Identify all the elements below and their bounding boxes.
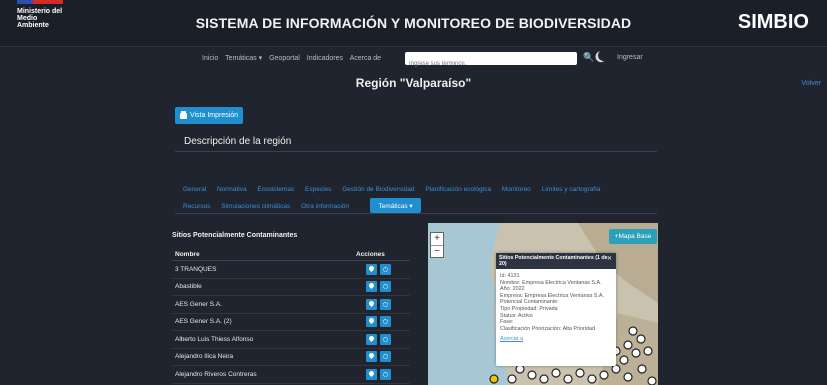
- zoom-out-button[interactable]: −: [431, 245, 443, 257]
- popup-line: Nombre: Empresa Electrica Ventanas S.A.: [500, 279, 602, 286]
- back-link[interactable]: Volver: [802, 80, 821, 87]
- site-name: Alejandro Ilica Neira: [175, 353, 234, 361]
- gear-icon[interactable]: [380, 298, 391, 310]
- table-row: Alberto Luis Thiess Alfonso: [172, 331, 410, 349]
- search-box: [405, 52, 577, 71]
- section-title: Descripción de la región: [184, 136, 292, 147]
- nav-item-acerca[interactable]: Acerca de: [350, 55, 382, 62]
- row-actions: [350, 333, 410, 345]
- table-row: AES Gener S.A.: [172, 296, 410, 314]
- gear-icon[interactable]: [380, 316, 391, 328]
- site-title: SISTEMA DE INFORMACIÓN Y MONITOREO DE BI…: [195, 15, 632, 31]
- row-actions: [350, 298, 410, 310]
- popup-line: Clasificación Priorización: Alta Priorid…: [500, 325, 595, 332]
- popup-line: Fase:: [500, 319, 514, 326]
- gear-icon[interactable]: [380, 281, 391, 293]
- gear-icon[interactable]: [380, 351, 391, 363]
- nav-item-tematicas[interactable]: Temáticas ▾: [225, 55, 262, 62]
- popup-line: Potencial Contaminante:: [500, 299, 559, 306]
- table-row: Abastible: [172, 279, 410, 296]
- column-header-nombre[interactable]: Nombre: [172, 251, 350, 258]
- site-name: Abastible: [175, 283, 202, 291]
- login-link[interactable]: Ingresar: [617, 54, 643, 61]
- tab-simulaciones[interactable]: Simulaciones climáticas: [221, 203, 290, 210]
- popup-line: Status: Activo: [500, 312, 533, 319]
- row-actions: [350, 351, 410, 363]
- table-header: Nombre Acciones: [172, 248, 410, 261]
- tab-recursos[interactable]: Recursos: [183, 203, 210, 210]
- popup-body: Id: 4131 Nombre: Empresa Electrica Ventan…: [496, 269, 616, 336]
- map-pin-icon[interactable]: [366, 281, 377, 293]
- zoom-to-link[interactable]: Acercar a: [496, 336, 616, 342]
- nav-item-geoportal[interactable]: Geoportal: [269, 55, 300, 62]
- popup-title: Sitios Potencialmente Contaminantes (1 d…: [499, 255, 608, 267]
- popup-line: Id: 4131: [500, 273, 520, 279]
- zoom-in-button[interactable]: +: [431, 233, 443, 245]
- table-row: 3 TRANQUES: [172, 261, 410, 279]
- ministry-line: Ministerio del: [17, 8, 63, 15]
- tab-otra-informacion[interactable]: Otra información: [301, 203, 349, 210]
- table-row: Alejandro Riveros Contreras: [172, 366, 410, 384]
- gear-icon[interactable]: [380, 333, 391, 345]
- print-view-button[interactable]: Vista Impresión: [175, 107, 243, 124]
- tab-normativa[interactable]: Normativa: [217, 186, 247, 193]
- tab-general[interactable]: General: [183, 186, 206, 193]
- row-actions: [350, 281, 410, 293]
- site-name: AES Gener S.A. (2): [175, 318, 232, 326]
- tab-monitoreo[interactable]: Monitoreo: [502, 186, 531, 193]
- brand-logo[interactable]: SIMBIO: [738, 11, 809, 34]
- map-pin-icon[interactable]: [366, 333, 377, 345]
- divider: [175, 213, 657, 214]
- nav-item-inicio[interactable]: Inicio: [202, 55, 218, 62]
- map-pin-icon[interactable]: [366, 298, 377, 310]
- column-header-acciones: Acciones: [356, 250, 385, 258]
- print-view-label: Vista Impresión: [189, 112, 239, 119]
- tab-especies[interactable]: Especies: [305, 186, 331, 193]
- map-pin-icon[interactable]: [366, 263, 377, 275]
- table-title: Sitios Potencialmente Contaminantes: [172, 232, 298, 239]
- tab-ecosistemas[interactable]: Ecosistemas: [257, 186, 294, 193]
- zoom-control: + −: [430, 232, 444, 258]
- map-pin-icon[interactable]: [366, 351, 377, 363]
- tab-limites[interactable]: Límites y cartografía: [542, 186, 601, 193]
- site-name: Alejandro Riveros Contreras: [175, 370, 257, 378]
- nav-item-indicadores[interactable]: Indicadores: [307, 55, 343, 62]
- close-icon[interactable]: ✕: [607, 255, 612, 262]
- tab-gestion-biodiversidad[interactable]: Gestión de Biodiversidad: [342, 186, 414, 193]
- popup-line: Tipo Propiedad: Privada: [500, 305, 558, 312]
- map-pin-icon[interactable]: [366, 368, 377, 380]
- gear-icon[interactable]: [380, 263, 391, 275]
- gear-icon[interactable]: [380, 368, 391, 380]
- map-popup: Sitios Potencialmente Contaminantes (1 d…: [496, 253, 616, 366]
- site-name: 3 TRANQUES: [175, 265, 217, 273]
- map-pin-icon[interactable]: [366, 316, 377, 328]
- divider: [175, 151, 657, 152]
- row-actions: [350, 263, 410, 275]
- table-row: Alejandro Ilica Neira: [172, 349, 410, 366]
- tabs-row: Recursos Simulaciones climáticas Otra in…: [183, 203, 358, 210]
- chile-flag-icon: [17, 0, 63, 4]
- printer-icon: [179, 110, 187, 119]
- sites-table: Nombre Acciones 3 TRANQUES Abastible AES G…: [172, 248, 410, 384]
- basemap-button[interactable]: +Mapa Base: [609, 229, 657, 244]
- site-header: Ministerio del Medio Ambiente SISTEMA DE…: [0, 0, 827, 47]
- row-actions: [350, 368, 410, 380]
- tabs-row: General Normativa Ecosistemas Especies G…: [183, 186, 610, 193]
- site-name: Alberto Luis Thiess Alfonso: [175, 335, 254, 343]
- table-row: AES Gener S.A. (2): [172, 314, 410, 331]
- page-title: Región "Valparaíso": [355, 76, 472, 90]
- site-name: AES Gener S.A.: [175, 300, 222, 308]
- search-icon[interactable]: 🔍: [583, 52, 594, 63]
- tab-tematicas[interactable]: Temáticas ▾: [370, 198, 421, 213]
- popup-line: Empresa: Empresa Electrica Ventanas S.A.: [500, 292, 604, 299]
- popup-line: Año: 2022: [500, 286, 525, 293]
- popup-header: Sitios Potencialmente Contaminantes (1 d…: [496, 253, 616, 269]
- search-input[interactable]: [405, 57, 577, 71]
- tab-planificacion[interactable]: Planificación ecológica: [425, 186, 491, 193]
- row-actions: [350, 316, 410, 328]
